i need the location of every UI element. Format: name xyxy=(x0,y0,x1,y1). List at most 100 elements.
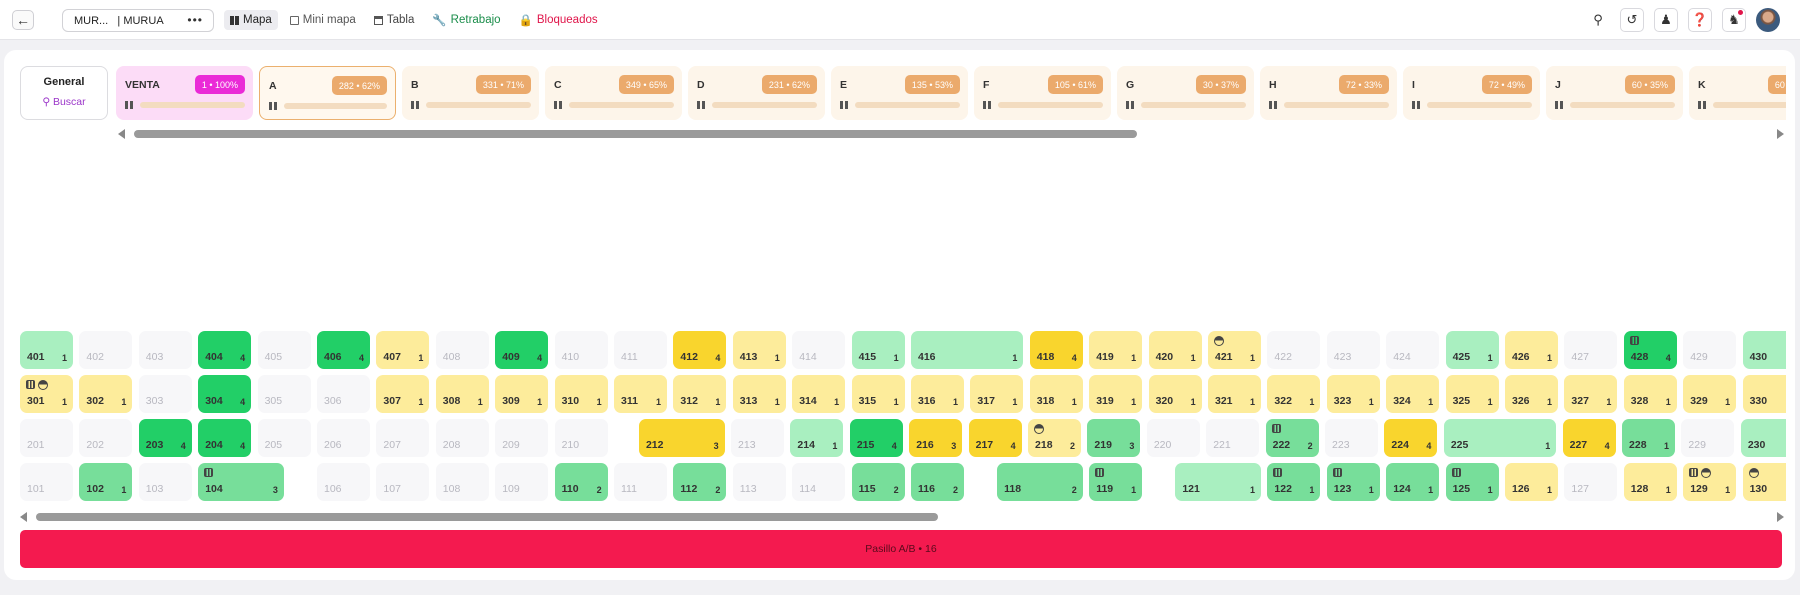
category-card[interactable]: J 60 • 35% xyxy=(1546,66,1683,120)
scroll-thumb[interactable] xyxy=(134,130,1137,138)
map-cell[interactable]: 322 1 xyxy=(1267,375,1321,413)
map-cell[interactable]: 409 4 xyxy=(495,331,549,369)
map-cell[interactable]: 129 1 xyxy=(1683,463,1737,501)
map-cell[interactable]: 111 xyxy=(614,463,667,501)
map-cell[interactable]: 325 1 xyxy=(1445,375,1499,413)
map-cell[interactable]: 121 1 xyxy=(1175,463,1261,501)
map-cell[interactable]: 323 1 xyxy=(1326,375,1380,413)
map-cell[interactable]: 416 1 xyxy=(911,331,1024,369)
scroll-left-icon[interactable] xyxy=(20,512,27,522)
scroll-left-icon[interactable] xyxy=(118,129,125,139)
category-card[interactable]: I 72 • 49% xyxy=(1403,66,1540,120)
map-cell[interactable]: 214 1 xyxy=(790,419,844,457)
map-cell[interactable]: 408 xyxy=(435,331,489,369)
map-cell[interactable]: 313 1 xyxy=(732,375,786,413)
map-cell[interactable]: 201 xyxy=(20,419,73,457)
map-cell[interactable]: 321 1 xyxy=(1208,375,1261,413)
map-cell[interactable]: 227 4 xyxy=(1562,419,1616,457)
map-cell[interactable]: 310 1 xyxy=(554,375,608,413)
map-cell[interactable]: 216 3 xyxy=(909,419,963,457)
category-card[interactable]: C 349 • 65% xyxy=(545,66,682,120)
map-cell[interactable]: 221 xyxy=(1206,419,1260,457)
map-scrollbar[interactable] xyxy=(18,510,1786,524)
search-icon[interactable]: ⚲ xyxy=(1586,8,1610,32)
map-cell[interactable]: 223 xyxy=(1325,419,1379,457)
map-cell[interactable]: 316 1 xyxy=(911,375,964,413)
back-button[interactable]: ← xyxy=(12,10,34,30)
category-card[interactable]: A 282 • 62% xyxy=(259,66,396,120)
map-cell[interactable]: 128 1 xyxy=(1623,463,1677,501)
history-icon[interactable]: ↺ xyxy=(1620,8,1644,32)
map-cell[interactable]: 215 4 xyxy=(849,419,903,457)
map-cell[interactable]: 125 1 xyxy=(1445,463,1499,501)
map-cell[interactable]: 224 4 xyxy=(1384,419,1438,457)
category-card[interactable]: D 231 • 62% xyxy=(688,66,825,120)
map-cell[interactable]: 110 2 xyxy=(554,463,608,501)
map-cell[interactable]: 108 xyxy=(435,463,489,501)
users-icon[interactable]: ♟ xyxy=(1654,8,1678,32)
map-cell[interactable]: 420 1 xyxy=(1148,331,1202,369)
map-cell[interactable]: 413 1 xyxy=(732,331,786,369)
map-cell[interactable]: 220 xyxy=(1146,419,1200,457)
map-cell[interactable]: 228 1 xyxy=(1622,419,1676,457)
map-cell[interactable]: 326 1 xyxy=(1505,375,1558,413)
aisle-bar[interactable]: Pasillo A/B • 16 xyxy=(20,530,1782,568)
map-cell[interactable]: 126 1 xyxy=(1505,463,1558,501)
map-cell[interactable]: 229 xyxy=(1681,419,1735,457)
map-cell[interactable]: 210 xyxy=(554,419,608,457)
map-cell[interactable]: 213 xyxy=(731,419,785,457)
map-cell[interactable]: 218 2 xyxy=(1028,419,1082,457)
map-cell[interactable]: 414 xyxy=(792,331,846,369)
map-cell[interactable]: 429 xyxy=(1683,331,1737,369)
map-cell[interactable]: 209 xyxy=(495,419,549,457)
map-cell[interactable]: 104 3 xyxy=(198,463,284,501)
map-cell[interactable]: 114 xyxy=(792,463,846,501)
map-cell[interactable]: 122 1 xyxy=(1267,463,1321,501)
map-cell[interactable]: 230 xyxy=(1740,419,1786,457)
map-cell[interactable]: 102 1 xyxy=(79,463,133,501)
map-cell[interactable]: 403 xyxy=(138,331,192,369)
map-cell[interactable]: 424 xyxy=(1386,331,1440,369)
map-cell[interactable]: 415 1 xyxy=(851,331,905,369)
map-cell[interactable]: 327 1 xyxy=(1564,375,1618,413)
map-cell[interactable]: 127 xyxy=(1564,463,1618,501)
map-cell[interactable]: 411 xyxy=(614,331,667,369)
map-cell[interactable]: 423 xyxy=(1326,331,1380,369)
map-cell[interactable]: 304 4 xyxy=(198,375,252,413)
search-link[interactable]: ⚲ Buscar xyxy=(21,96,107,108)
map-cell[interactable]: 208 xyxy=(435,419,489,457)
map-cell[interactable]: 205 xyxy=(257,419,311,457)
map-cell[interactable]: 124 1 xyxy=(1386,463,1440,501)
map-cell[interactable]: 207 xyxy=(376,419,430,457)
map-cell[interactable]: 328 1 xyxy=(1623,375,1677,413)
map-cell[interactable]: 401 1 xyxy=(20,331,73,369)
map-cell[interactable]: 225 1 xyxy=(1443,419,1557,457)
map-cell[interactable]: 315 1 xyxy=(851,375,905,413)
map-cell[interactable]: 303 xyxy=(138,375,192,413)
map-cell[interactable]: 116 2 xyxy=(911,463,964,501)
map-cell[interactable]: 302 1 xyxy=(79,375,133,413)
map-cell[interactable]: 312 1 xyxy=(673,375,727,413)
map-cell[interactable]: 419 1 xyxy=(1089,331,1143,369)
map-cell[interactable]: 118 2 xyxy=(997,463,1083,501)
map-cell[interactable]: 107 xyxy=(376,463,430,501)
map-cell[interactable]: 314 1 xyxy=(792,375,846,413)
map-cell[interactable]: 405 xyxy=(257,331,311,369)
scroll-right-icon[interactable] xyxy=(1777,512,1784,522)
category-scrollbar[interactable] xyxy=(116,127,1786,141)
map-cell[interactable]: 113 xyxy=(732,463,786,501)
map-cell[interactable]: 115 2 xyxy=(851,463,905,501)
notifications-icon[interactable]: ♞ xyxy=(1722,8,1746,32)
map-cell[interactable]: 406 4 xyxy=(317,331,370,369)
map-cell[interactable]: 317 1 xyxy=(970,375,1024,413)
map-cell[interactable]: 202 xyxy=(79,419,133,457)
map-cell[interactable]: 430 xyxy=(1742,331,1786,369)
map-cell[interactable]: 212 3 xyxy=(638,419,725,457)
map-cell[interactable]: 222 2 xyxy=(1265,419,1319,457)
scroll-thumb[interactable] xyxy=(36,513,938,521)
map-cell[interactable]: 308 1 xyxy=(435,375,489,413)
map-cell[interactable]: 301 1 xyxy=(20,375,73,413)
map-cell[interactable]: 119 1 xyxy=(1089,463,1143,501)
map-cell[interactable]: 324 1 xyxy=(1386,375,1440,413)
tab-mapa[interactable]: Mapa xyxy=(224,10,278,30)
